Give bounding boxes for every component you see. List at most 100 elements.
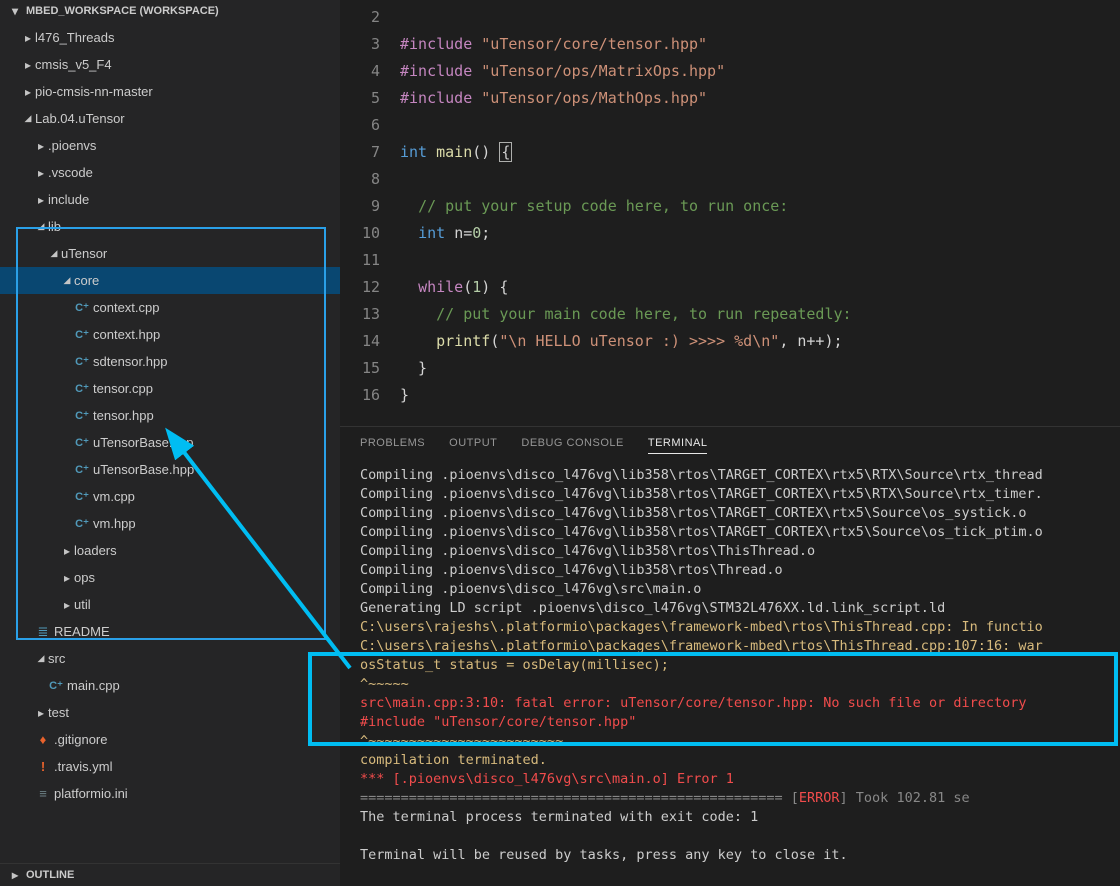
git-file-icon: ♦ [34,732,52,747]
chevron-right-icon: ▸ [34,193,48,207]
line-number: 15 [340,355,380,382]
terminal-line: *** [.pioenvs\disco_l476vg\src\main.o] E… [360,770,1120,789]
code-line[interactable] [400,166,1120,193]
workspace-title: MBED_WORKSPACE (WORKSPACE) [26,5,219,17]
terminal-line: ========================================… [360,789,1120,808]
terminal-line: Generating LD script .pioenvs\disco_l476… [360,599,1120,618]
tree-item-label: util [74,597,340,612]
yml-file-icon: ! [34,759,52,774]
code-line[interactable] [400,247,1120,274]
folder-item[interactable]: ◢lib [0,213,340,240]
panel-tab-output[interactable]: OUTPUT [449,437,497,454]
file-item[interactable]: C⁺tensor.hpp [0,402,340,429]
folder-item[interactable]: ▸include [0,186,340,213]
panel-tab-problems[interactable]: PROBLEMS [360,437,425,454]
file-item[interactable]: ♦.gitignore [0,726,340,753]
terminal-line: compilation terminated. [360,751,1120,770]
code-line[interactable]: } [400,355,1120,382]
line-number: 12 [340,274,380,301]
code-line[interactable]: } [400,382,1120,409]
code-line[interactable]: int main() { [400,139,1120,166]
chevron-down-icon: ◢ [21,113,35,124]
tree-item-label: core [74,273,340,288]
terminal-line [360,827,1120,846]
cpp-file-icon: C⁺ [73,409,91,422]
tree-item-label: main.cpp [67,678,340,693]
file-item[interactable]: C⁺tensor.cpp [0,375,340,402]
outline-header[interactable]: ▸ OUTLINE [0,863,340,886]
code-line[interactable]: int n=0; [400,220,1120,247]
folder-item[interactable]: ▸util [0,591,340,618]
chevron-down-icon: ◢ [34,653,48,664]
folder-item[interactable]: ▸.pioenvs [0,132,340,159]
folder-item[interactable]: ▸ops [0,564,340,591]
code-line[interactable] [400,112,1120,139]
line-number: 7 [340,139,380,166]
code-content[interactable]: #include "uTensor/core/tensor.hpp"#inclu… [400,4,1120,426]
folder-item[interactable]: ▸test [0,699,340,726]
terminal-line: Compiling .pioenvs\disco_l476vg\src\main… [360,580,1120,599]
folder-item[interactable]: ◢Lab.04.uTensor [0,105,340,132]
terminal-line: ^~~~~~~~~~~~~~~~~~~~~~~~~ [360,732,1120,751]
folder-item[interactable]: ◢src [0,645,340,672]
tree-item-label: README [54,624,340,639]
panel-tab-terminal[interactable]: TERMINAL [648,437,708,454]
tree-item-label: ops [74,570,340,585]
folder-item[interactable]: ▸loaders [0,537,340,564]
cpp-file-icon: C⁺ [73,382,91,395]
folder-item[interactable]: ▸cmsis_v5_F4 [0,51,340,78]
code-editor[interactable]: 2345678910111213141516 #include "uTensor… [340,0,1120,426]
file-item[interactable]: !.travis.yml [0,753,340,780]
tree-item-label: uTensor [61,246,340,261]
terminal-output[interactable]: Compiling .pioenvs\disco_l476vg\lib358\r… [340,460,1120,886]
file-item[interactable]: C⁺context.hpp [0,321,340,348]
code-line[interactable]: #include "uTensor/core/tensor.hpp" [400,31,1120,58]
file-item[interactable]: C⁺uTensorBase.cpp [0,429,340,456]
panel-tab-debug-console[interactable]: DEBUG CONSOLE [521,437,623,454]
chevron-right-icon: ▸ [21,31,35,45]
md-file-icon: ≣ [34,624,52,640]
folder-item[interactable]: ◢uTensor [0,240,340,267]
folder-item[interactable]: ▸pio-cmsis-nn-master [0,78,340,105]
code-line[interactable] [400,4,1120,31]
code-line[interactable]: // put your setup code here, to run once… [400,193,1120,220]
cpp-file-icon: C⁺ [73,463,91,476]
tree-item-label: l476_Threads [35,30,340,45]
chevron-right-icon: ▸ [21,85,35,99]
line-number: 9 [340,193,380,220]
line-number: 14 [340,328,380,355]
tree-item-label: include [48,192,340,207]
main-panel: 2345678910111213141516 #include "uTensor… [340,0,1120,886]
file-item[interactable]: C⁺main.cpp [0,672,340,699]
code-line[interactable]: #include "uTensor/ops/MathOps.hpp" [400,85,1120,112]
tree-item-label: context.cpp [93,300,340,315]
file-item[interactable]: C⁺context.cpp [0,294,340,321]
ini-file-icon: ≡ [34,786,52,801]
folder-item[interactable]: ▸.vscode [0,159,340,186]
tree-item-label: src [48,651,340,666]
code-line[interactable]: #include "uTensor/ops/MatrixOps.hpp" [400,58,1120,85]
file-item[interactable]: C⁺uTensorBase.hpp [0,456,340,483]
terminal-line: ^~~~~~ [360,675,1120,694]
line-number: 4 [340,58,380,85]
file-item[interactable]: C⁺sdtensor.hpp [0,348,340,375]
terminal-line: Compiling .pioenvs\disco_l476vg\lib358\r… [360,561,1120,580]
tree-item-label: pio-cmsis-nn-master [35,84,340,99]
file-item[interactable]: ≣README [0,618,340,645]
workspace-header[interactable]: ▾ MBED_WORKSPACE (WORKSPACE) [0,0,340,22]
terminal-line: osStatus_t status = osDelay(millisec); [360,656,1120,675]
code-line[interactable]: printf("\n HELLO uTensor :) >>>> %d\n", … [400,328,1120,355]
line-number: 2 [340,4,380,31]
folder-item[interactable]: ◢core [0,267,340,294]
code-line[interactable]: while(1) { [400,274,1120,301]
folder-item[interactable]: ▸l476_Threads [0,24,340,51]
cpp-file-icon: C⁺ [73,436,91,449]
line-number: 10 [340,220,380,247]
file-item[interactable]: C⁺vm.cpp [0,483,340,510]
chevron-down-icon: ▾ [8,4,22,18]
file-item[interactable]: C⁺vm.hpp [0,510,340,537]
file-item[interactable]: ≡platformio.ini [0,780,340,807]
code-line[interactable]: // put your main code here, to run repea… [400,301,1120,328]
chevron-down-icon: ◢ [47,248,61,259]
tree-item-label: tensor.hpp [93,408,340,423]
